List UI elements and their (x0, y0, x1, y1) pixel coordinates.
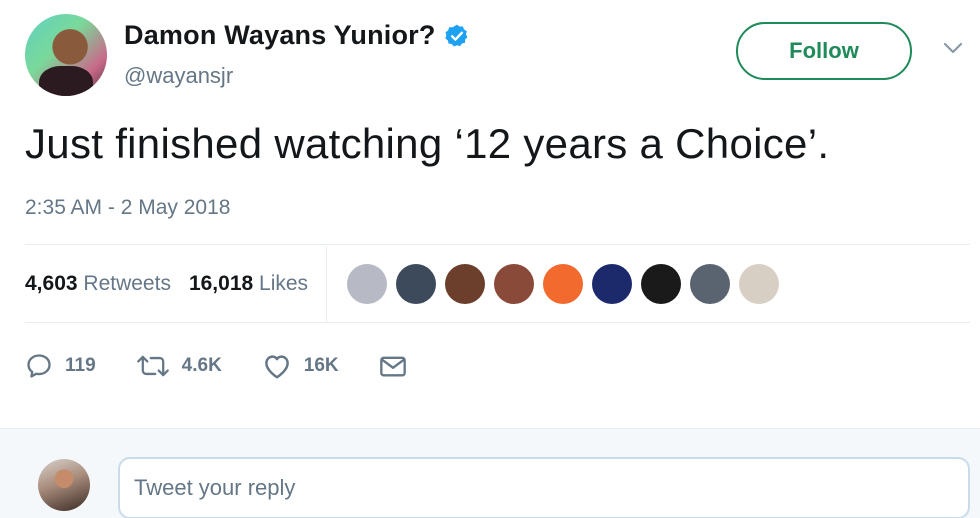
author-handle[interactable]: @wayansjr (124, 63, 233, 89)
tweet-header: Damon Wayans Yunior? @wayansjr Follow (0, 0, 980, 110)
liker-avatar[interactable] (543, 264, 584, 304)
reply-button[interactable]: 119 (25, 352, 96, 380)
divider-bottom (25, 322, 970, 323)
author-display-name[interactable]: Damon Wayans Yunior? (124, 20, 436, 51)
liker-avatars (347, 264, 788, 304)
heart-icon (264, 355, 289, 379)
chevron-down-icon[interactable] (942, 40, 964, 56)
liker-avatar[interactable] (739, 264, 780, 304)
envelope-icon (379, 356, 406, 377)
likes-count: 16,018 (188, 272, 254, 295)
like-count: 16K (303, 355, 339, 376)
liker-avatar[interactable] (396, 264, 437, 304)
retweet-icon (136, 355, 169, 377)
liker-avatar[interactable] (494, 264, 535, 304)
liker-avatar[interactable] (690, 264, 731, 304)
verified-badge-icon (444, 24, 467, 47)
current-user-avatar (38, 459, 90, 511)
likes-stat[interactable]: 16,018 Likes (189, 272, 308, 296)
reply-area (0, 428, 980, 518)
tweet-text: Just finished watching ‘12 years a Choic… (25, 120, 830, 167)
message-button[interactable] (379, 353, 407, 379)
retweets-count: 4,603 (25, 272, 78, 295)
liker-avatar[interactable] (445, 264, 486, 304)
divider-top (25, 244, 970, 245)
reply-input[interactable] (118, 457, 970, 518)
tweet-timestamp[interactable]: 2:35 AM - 2 May 2018 (25, 196, 230, 220)
liker-avatar[interactable] (347, 264, 388, 304)
author-name-row: Damon Wayans Yunior? (124, 20, 470, 51)
reply-icon (27, 354, 51, 378)
retweets-label: Retweets (83, 272, 171, 295)
follow-button[interactable]: Follow (736, 22, 912, 80)
retweets-stat[interactable]: 4,603 Retweets (25, 272, 171, 296)
retweet-button[interactable]: 4.6K (136, 352, 222, 380)
author-avatar[interactable] (25, 14, 107, 96)
liker-avatar[interactable] (592, 264, 633, 304)
liker-avatar[interactable] (641, 264, 682, 304)
stats-separator (326, 246, 328, 322)
tweet-stats: 4,603 Retweets 16,018 Likes (25, 246, 970, 322)
reply-count: 119 (65, 355, 96, 376)
retweet-count: 4.6K (181, 355, 222, 376)
likes-label: Likes (259, 272, 309, 295)
tweet-actions: 119 4.6K 16K (25, 344, 447, 388)
like-button[interactable]: 16K (262, 352, 339, 380)
